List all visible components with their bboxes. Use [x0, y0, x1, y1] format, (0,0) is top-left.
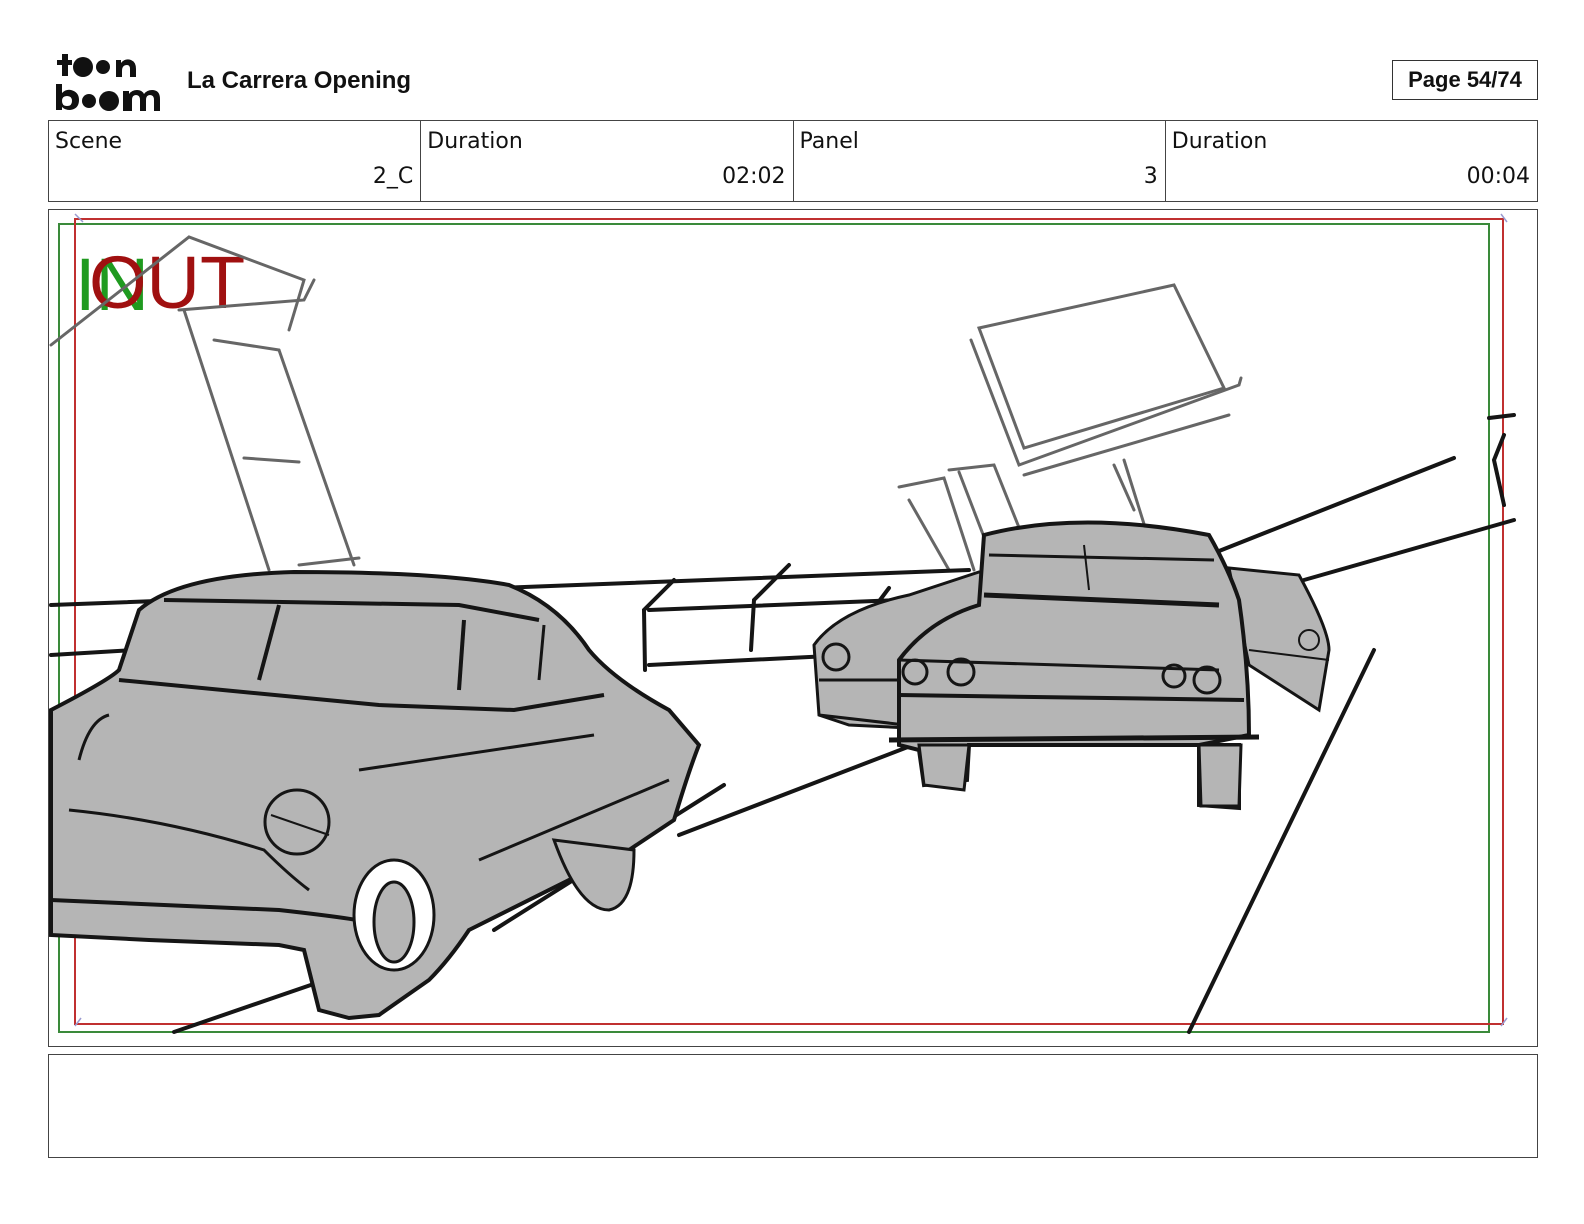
panel-cell: Panel 3 [794, 121, 1166, 201]
page-indicator: Page 54/74 [1392, 60, 1538, 100]
panel-label: Panel [799, 129, 859, 154]
panel-value: 3 [1143, 164, 1158, 189]
scene-duration-label: Duration [427, 129, 523, 154]
car-front-left [49, 569, 702, 1021]
panel-sketch: IN OUT [49, 213, 1516, 1034]
scene-value: 2_C [372, 164, 414, 189]
storyboard-panel: IN OUT [48, 209, 1538, 1047]
panel-info-table: Scene 2_C Duration 02:02 Panel 3 Duratio… [48, 120, 1538, 202]
project-title: La Carrera Opening [187, 67, 412, 94]
panel-notes-area[interactable] [48, 1054, 1538, 1158]
panel-duration-value: 00:04 [1466, 164, 1530, 189]
panel-duration-label: Duration [1171, 129, 1268, 154]
scene-duration-value: 02:02 [722, 164, 786, 189]
panel-duration-cell: Duration 00:04 [1166, 121, 1537, 201]
scene-cell: Scene 2_C [49, 121, 422, 201]
car-center [888, 520, 1260, 811]
scene-label: Scene [55, 129, 123, 154]
scene-duration-cell: Duration 02:02 [421, 121, 794, 201]
toon-boom-logo [56, 54, 160, 111]
